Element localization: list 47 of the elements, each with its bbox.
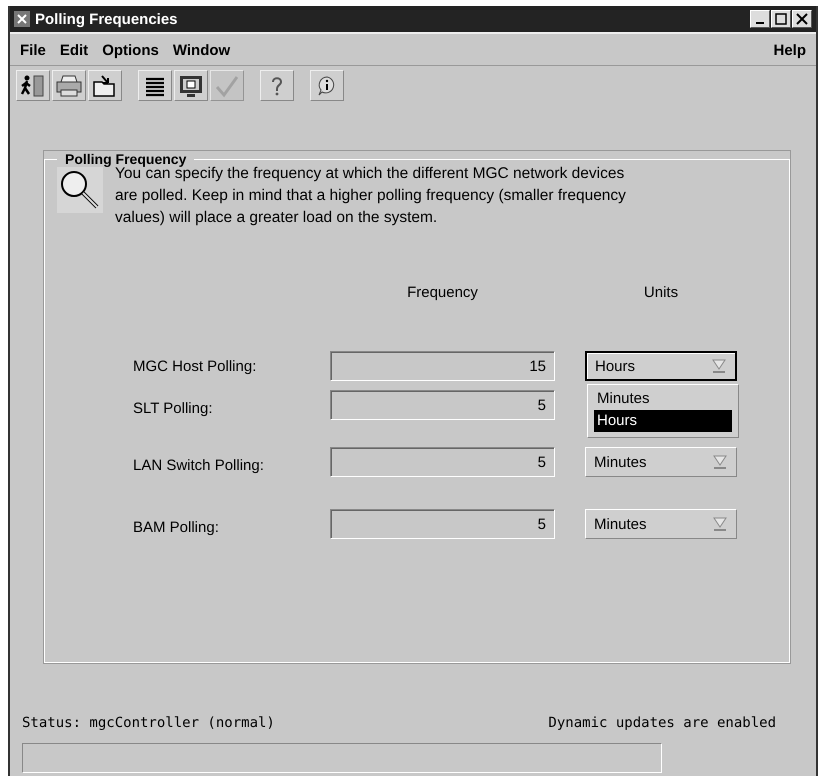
units-dropdown[interactable]: Minutes xyxy=(585,509,737,539)
folder-icon xyxy=(92,74,118,98)
running-figure-icon-button[interactable] xyxy=(16,70,50,101)
field-label: MGC Host Polling: xyxy=(133,358,256,374)
units-dropdown[interactable]: Minutes xyxy=(585,447,737,477)
dropdown-arrow-icon xyxy=(712,516,728,532)
column-header: Units xyxy=(644,284,678,300)
field-label: LAN Switch Polling: xyxy=(133,456,264,474)
status-text: Status: mgcController (normal) xyxy=(22,715,275,731)
checkmark-icon xyxy=(214,74,240,98)
menu-item[interactable]: Edit xyxy=(60,42,88,59)
frequency-field[interactable]: 15 xyxy=(330,351,555,381)
magnifier-icon xyxy=(57,167,103,213)
frequency-field[interactable]: 5 xyxy=(330,447,555,477)
monitor-icon xyxy=(178,74,204,98)
menu-item[interactable]: File xyxy=(20,42,46,59)
frequency-field[interactable]: 5 xyxy=(330,390,555,420)
help-icon-button[interactable] xyxy=(260,70,294,101)
printer-icon-button[interactable] xyxy=(52,70,86,101)
close-button[interactable] xyxy=(792,10,812,28)
help-icon xyxy=(269,74,285,96)
x-logo-icon xyxy=(14,11,30,27)
group-title: Polling Frequency xyxy=(64,151,186,167)
column-header: Frequency xyxy=(407,284,478,300)
maximize-icon xyxy=(775,13,787,25)
close-icon xyxy=(796,13,808,25)
dropdown-option[interactable]: Hours xyxy=(594,410,732,432)
list-icon-button[interactable] xyxy=(138,70,172,101)
updates-text: Dynamic updates are enabled xyxy=(548,715,776,731)
folder-icon-button[interactable] xyxy=(88,70,122,101)
help-menu[interactable]: Help xyxy=(773,42,806,59)
window-title: Polling Frequencies xyxy=(35,10,178,28)
minimize-button[interactable] xyxy=(750,10,770,28)
maximize-button[interactable] xyxy=(771,10,791,28)
printer-icon xyxy=(55,74,83,98)
menu-item[interactable]: Options xyxy=(102,42,159,59)
dropdown-arrow-icon xyxy=(712,454,728,470)
field-label: SLT Polling: xyxy=(133,400,212,416)
field-label: BAM Polling: xyxy=(133,518,219,536)
dropdown-option[interactable]: Minutes xyxy=(594,388,732,410)
dropdown-arrow-icon xyxy=(711,358,727,374)
minimize-icon xyxy=(756,22,764,24)
monitor-icon-button[interactable] xyxy=(174,70,208,101)
frequency-field[interactable]: 5 xyxy=(330,509,555,539)
running-figure-icon xyxy=(20,74,46,98)
menu-item[interactable]: Window xyxy=(172,42,230,59)
info-icon-button[interactable] xyxy=(310,70,344,101)
